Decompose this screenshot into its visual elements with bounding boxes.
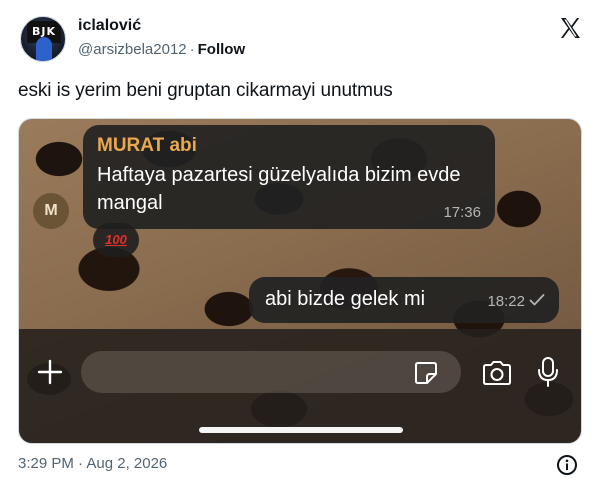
author-handle-row: @arsizbela2012 · Follow (78, 41, 245, 58)
reaction-label: 100 (105, 232, 127, 247)
tweet-text: eski is yerim beni gruptan cikarmayi unu… (18, 80, 393, 101)
separator-dot: · (189, 41, 195, 58)
incoming-message-time: 17:36 (443, 204, 481, 221)
tweet-timestamp[interactable]: 3:29 PM · Aug 2, 2026 (18, 455, 582, 472)
hundred-points-emoji-icon[interactable]: 100 (93, 223, 139, 257)
sticker-icon[interactable] (413, 360, 439, 386)
contact-avatar[interactable]: M (33, 193, 69, 229)
author-display-name[interactable]: iclalović (78, 17, 141, 35)
incoming-message-bubble[interactable]: MURAT abi Haftaya pazartesi güzelyalıda … (83, 125, 495, 229)
outgoing-message-bubble[interactable]: abi bizde gelek mi 18:22 (249, 277, 559, 323)
author-handle[interactable]: @arsizbela2012 (78, 41, 187, 58)
home-indicator[interactable] (199, 427, 403, 433)
outgoing-message-text: abi bizde gelek mi (265, 288, 426, 310)
camera-icon[interactable] (481, 359, 513, 387)
sender-name: MURAT abi (97, 135, 197, 156)
tweet-header: BJK iclalović @arsizbela2012 · Follow (18, 14, 586, 66)
plus-icon[interactable] (35, 357, 65, 387)
microphone-icon[interactable] (537, 356, 559, 388)
info-icon[interactable] (556, 454, 578, 476)
checkmark-icon (529, 294, 545, 306)
message-input-bar (19, 329, 581, 443)
tweet-media-screenshot[interactable]: M MURAT abi Haftaya pazartesi güzelyalıd… (18, 118, 582, 444)
tweet-footer: 3:29 PM · Aug 2, 2026 (18, 455, 582, 477)
incoming-message-text: Haftaya pazartesi güzelyalıda bizim evde… (97, 164, 461, 214)
avatar-figure (36, 37, 52, 61)
x-logo-icon[interactable] (558, 16, 582, 40)
follow-button[interactable]: Follow (198, 41, 246, 58)
message-input[interactable] (81, 351, 461, 393)
author-avatar[interactable]: BJK (20, 16, 66, 62)
outgoing-message-time: 18:22 (487, 293, 525, 310)
